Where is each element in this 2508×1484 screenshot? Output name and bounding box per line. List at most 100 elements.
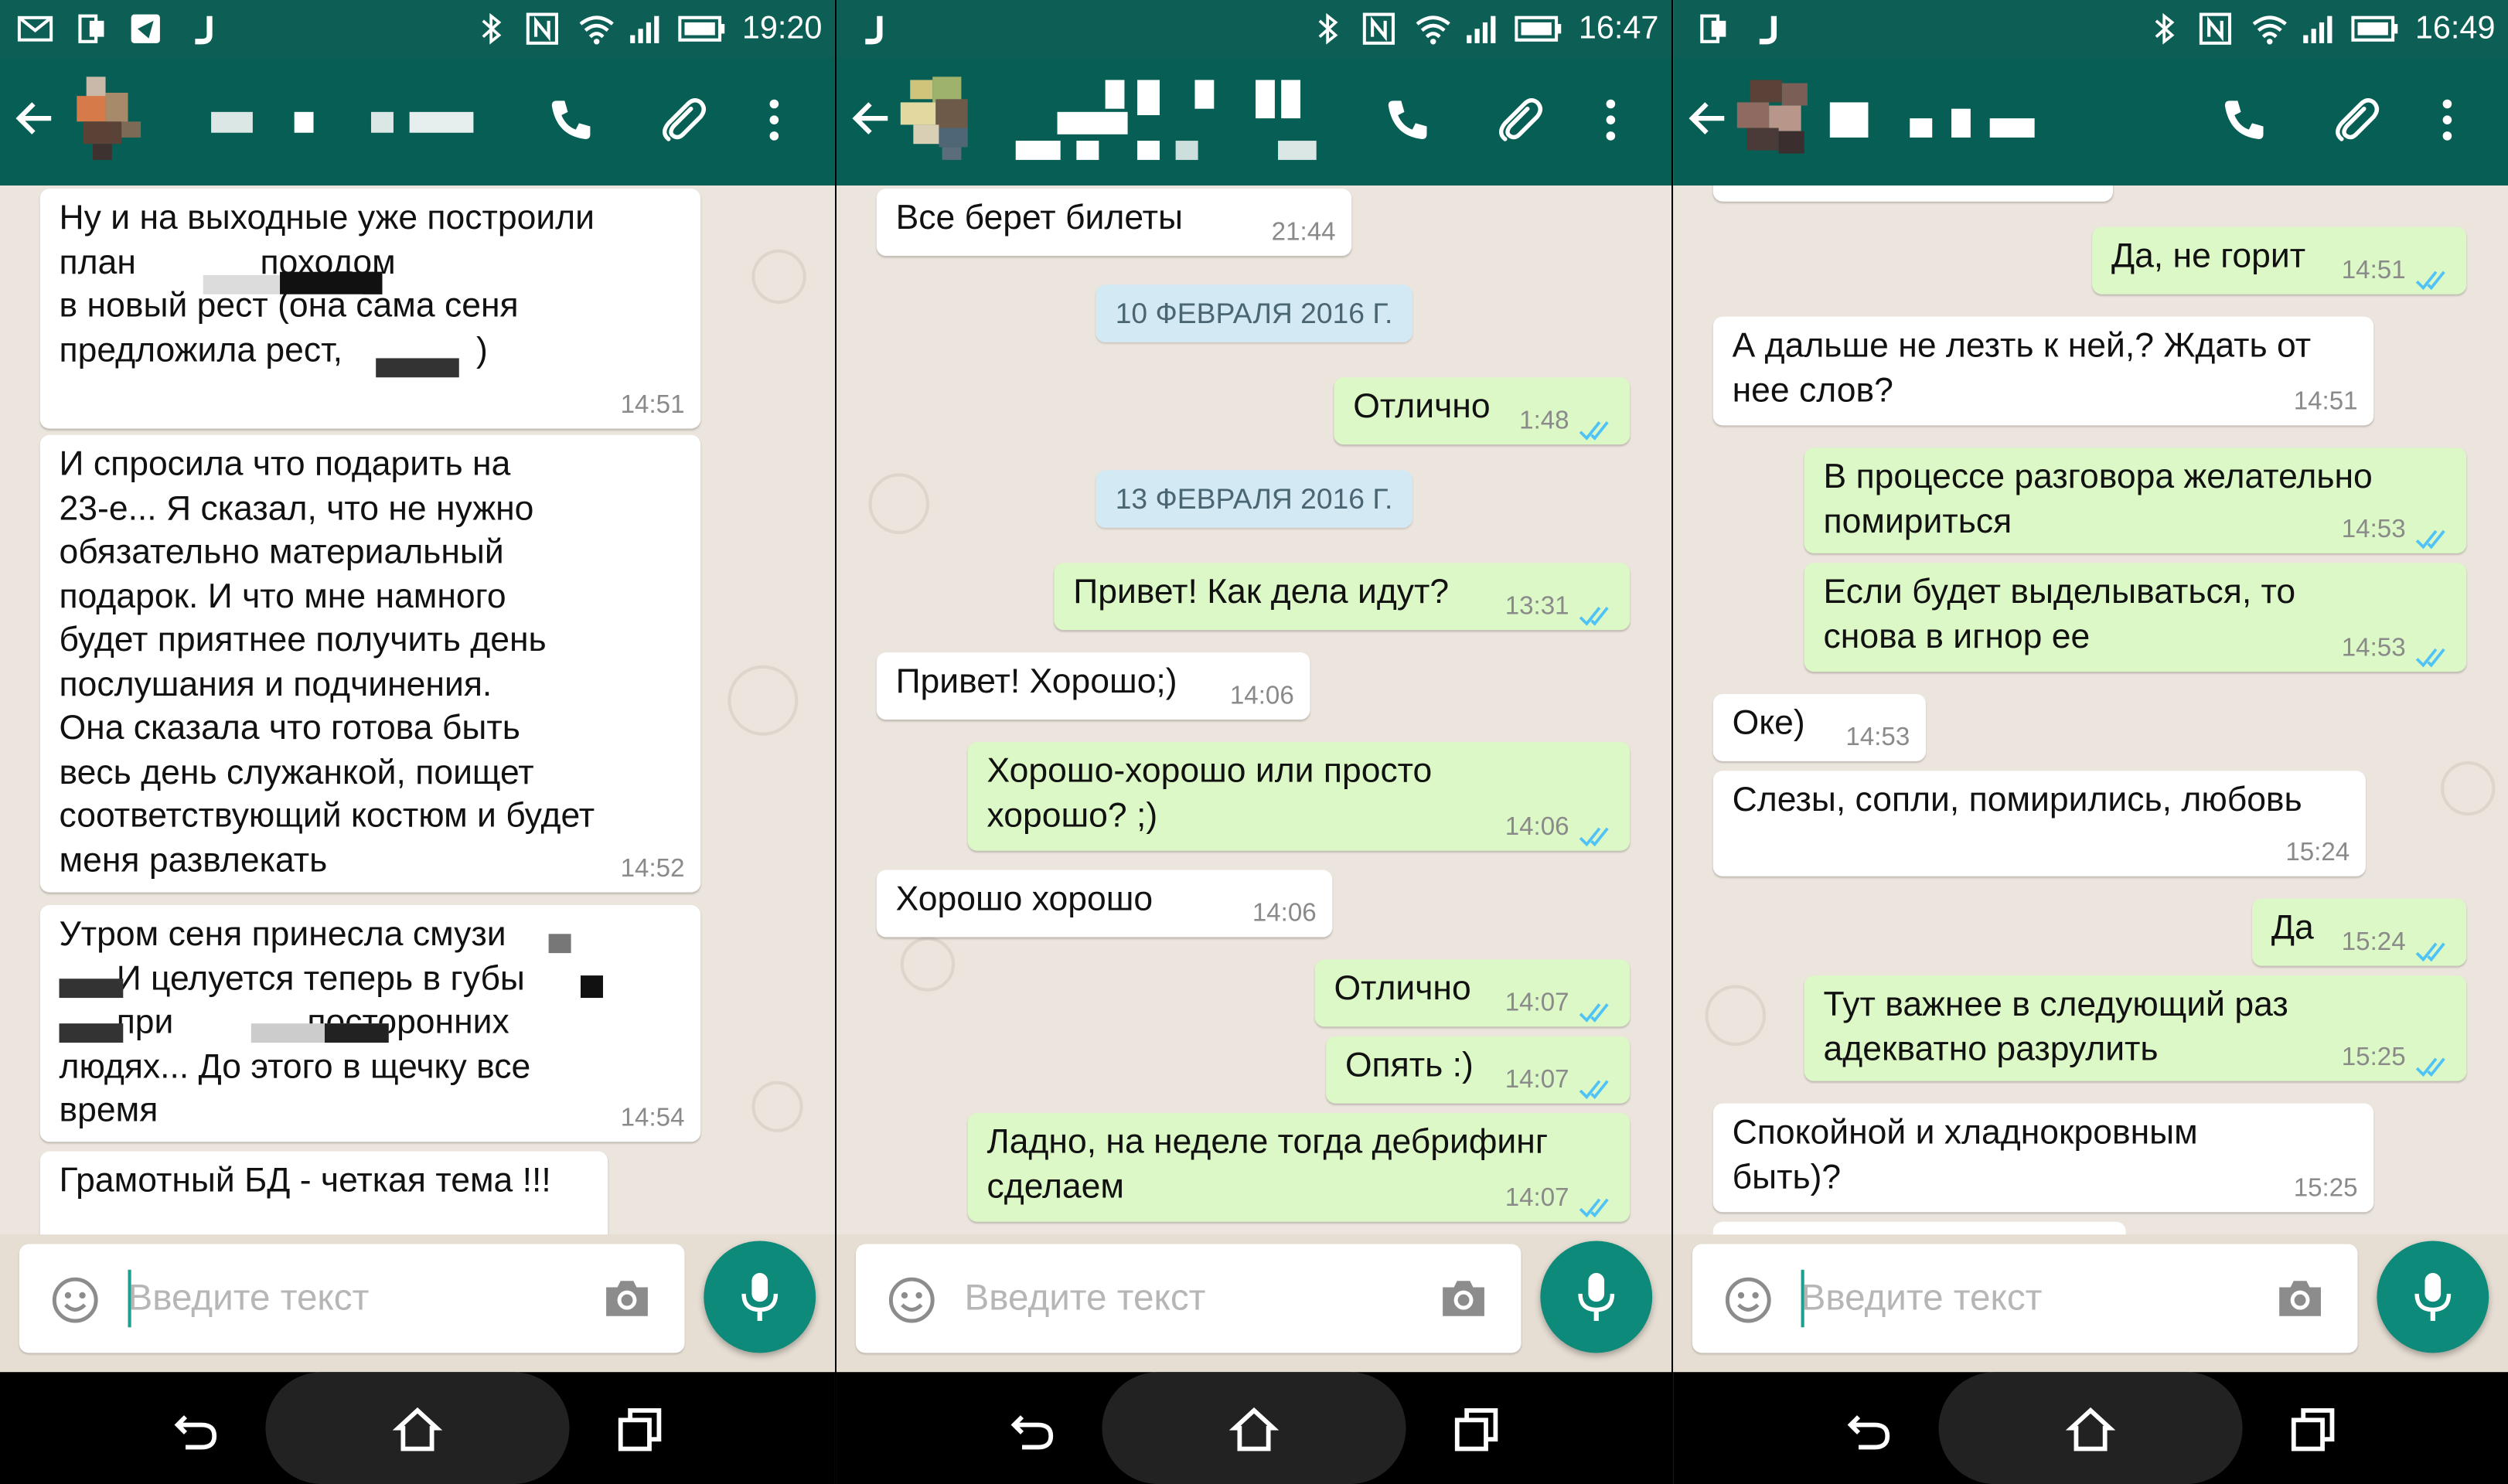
gmail-icon	[16, 13, 55, 45]
smiley-icon[interactable]	[51, 1276, 99, 1324]
message-input-box[interactable]: Введите текст	[1692, 1244, 2358, 1353]
j-app-icon	[859, 13, 891, 45]
read-ticks-icon	[1579, 411, 1614, 441]
message-incoming[interactable]: Оке) 14:53	[1712, 693, 1926, 761]
phone-icon[interactable]	[1380, 93, 1434, 147]
more-vert-icon[interactable]	[2431, 93, 2463, 147]
smiley-icon[interactable]	[888, 1276, 935, 1324]
message-outgoing[interactable]: Отлично 1:48	[1334, 377, 1631, 445]
redacted-text	[59, 979, 124, 999]
message-incoming[interactable]: Спокойной и хладнокровным быть)? 15:25	[1712, 1103, 2374, 1213]
mic-button[interactable]	[704, 1241, 816, 1353]
nav-recent-icon[interactable]	[614, 1404, 665, 1455]
message-time: 14:07	[1504, 1185, 1569, 1213]
message-input-box[interactable]: Введите текст	[855, 1244, 1521, 1353]
avatar[interactable]	[70, 77, 144, 160]
message-outgoing[interactable]: Ладно, на неделе тогда дебрифинг сделаем…	[967, 1113, 1631, 1222]
message-outgoing[interactable]: Тут важнее в следующий раз адекватно раз…	[1804, 975, 2467, 1081]
composer: Введите текст	[837, 1234, 1672, 1373]
message-time: 14:54	[620, 1104, 685, 1132]
wallpaper-doodle	[728, 665, 799, 736]
telegram-icon	[128, 13, 164, 45]
signal-icon	[2300, 13, 2339, 45]
message-time: 15:24	[2285, 839, 2350, 867]
more-vert-icon[interactable]	[1595, 93, 1627, 147]
arrow-left-icon[interactable]	[13, 96, 58, 141]
message-time: 14:06	[1229, 682, 1294, 710]
message-time: 14:53	[2341, 635, 2406, 662]
smiley-icon[interactable]	[1724, 1276, 1772, 1324]
message-list[interactable]: Ну и на выходные уже построили план похо…	[0, 186, 835, 1235]
message-outgoing[interactable]: Если будет выделываться, то снова в игно…	[1804, 563, 2467, 672]
mic-button[interactable]	[2377, 1241, 2489, 1353]
nav-back-icon[interactable]	[1842, 1404, 1893, 1455]
message-outgoing[interactable]: Отлично 14:07	[1314, 959, 1631, 1027]
contact-name-redacted[interactable]	[208, 111, 480, 134]
message-outgoing[interactable]: Да 15:24	[2252, 898, 2467, 966]
chat-screen-1: 19:20 Ну и на выходные уже построили пла…	[0, 0, 835, 1484]
message-input-box[interactable]: Введите текст	[19, 1244, 685, 1353]
message-incoming[interactable]: Хорошо хорошо 14:06	[876, 870, 1333, 938]
mic-button[interactable]	[1540, 1241, 1653, 1353]
message-input[interactable]: Введите текст	[965, 1276, 1206, 1319]
avatar[interactable]	[900, 77, 980, 160]
mic-icon	[1578, 1272, 1615, 1321]
signal-icon	[627, 13, 666, 45]
read-ticks-icon	[2415, 1047, 2451, 1077]
message-input[interactable]: Введите текст	[1801, 1276, 2043, 1319]
message-incoming[interactable]: А дальше не лезть к ней,? Ждать от нее с…	[1712, 316, 2374, 426]
wifi-icon	[2249, 13, 2291, 45]
nav-recent-icon[interactable]	[1450, 1404, 1501, 1455]
read-ticks-icon	[1579, 993, 1614, 1023]
message-incoming[interactable]: Ну и на выходные уже построили план похо…	[39, 189, 701, 429]
nav-back-icon[interactable]	[1006, 1404, 1057, 1455]
message-incoming[interactable]: Слезы, сопли, помирились, любовь 15:24	[1712, 771, 2366, 876]
message-incoming[interactable]: И спросила что подарить на 23-е... Я ска…	[39, 434, 701, 893]
camera-icon[interactable]	[1438, 1276, 1489, 1321]
nav-home-icon[interactable]	[1228, 1404, 1280, 1455]
nav-home-icon[interactable]	[2065, 1404, 2116, 1455]
paperclip-icon[interactable]	[656, 93, 710, 147]
message-incoming[interactable]: Все берет билеты 21:44	[876, 189, 1352, 257]
arrow-left-icon[interactable]	[850, 96, 894, 141]
nav-back-icon[interactable]	[169, 1404, 220, 1455]
message-text: И спросила что подарить на 23-е... Я ска…	[59, 444, 595, 879]
message-outgoing[interactable]: Привет! Как дела идут? 13:31	[1054, 563, 1631, 631]
message-outgoing[interactable]: Хорошо-хорошо или просто хорошо? ;) 14:0…	[967, 742, 1631, 851]
chat-header	[837, 57, 1672, 186]
nav-recent-icon[interactable]	[2288, 1404, 2339, 1455]
message-outgoing[interactable]: В процессе разговора желательно помирить…	[1804, 448, 2467, 553]
contact-name-redacted[interactable]	[1009, 77, 1329, 166]
camera-icon[interactable]	[2275, 1276, 2326, 1321]
phone-icon[interactable]	[2217, 93, 2271, 147]
phone-icon[interactable]	[544, 93, 598, 147]
message-list[interactable]: Все берет билеты 21:44 10 ФЕВРАЛЯ 2016 Г…	[837, 186, 1672, 1235]
wallpaper-doodle	[751, 249, 806, 305]
camera-icon[interactable]	[601, 1276, 653, 1321]
message-time: 15:24	[2341, 929, 2406, 957]
message-incoming[interactable]: Утром сеня принесла смузи И целуется теп…	[39, 905, 701, 1142]
clock: 19:20	[741, 11, 823, 47]
message-text: Хорошо хорошо	[895, 879, 1153, 918]
nav-home-icon[interactable]	[392, 1404, 443, 1455]
arrow-left-icon[interactable]	[1686, 96, 1731, 141]
avatar[interactable]	[1736, 77, 1811, 160]
message-outgoing[interactable]: Опять :) 14:07	[1326, 1036, 1631, 1104]
contact-name-redacted[interactable]	[1829, 99, 2118, 141]
date-chip: 10 ФЕВРАЛЯ 2016 Г.	[1096, 284, 1412, 342]
nfc-icon	[2198, 12, 2234, 45]
message-list[interactable]: Да, не горит 14:51 А дальше не лезть к н…	[1673, 186, 2508, 1235]
message-incoming[interactable]: Грамотный БД - четкая тема !!!	[39, 1151, 608, 1235]
message-incoming-partial	[1712, 1221, 2126, 1235]
clock: 16:49	[2414, 11, 2496, 47]
paperclip-icon[interactable]	[2329, 93, 2383, 147]
redacted-text	[59, 1023, 124, 1043]
message-time: 14:07	[1504, 989, 1569, 1017]
message-time: 14:53	[2341, 516, 2406, 544]
message-input[interactable]: Введите текст	[128, 1276, 370, 1319]
more-vert-icon[interactable]	[758, 93, 790, 147]
message-outgoing[interactable]: Да, не горит 14:51	[2092, 226, 2467, 294]
paperclip-icon[interactable]	[1492, 93, 1546, 147]
chat-screen-2: 16:47 Все берет билеты 21:44 10 ФЕВРАЛЯ …	[837, 0, 1672, 1484]
message-incoming[interactable]: Привет! Хорошо;) 14:06	[876, 652, 1310, 720]
